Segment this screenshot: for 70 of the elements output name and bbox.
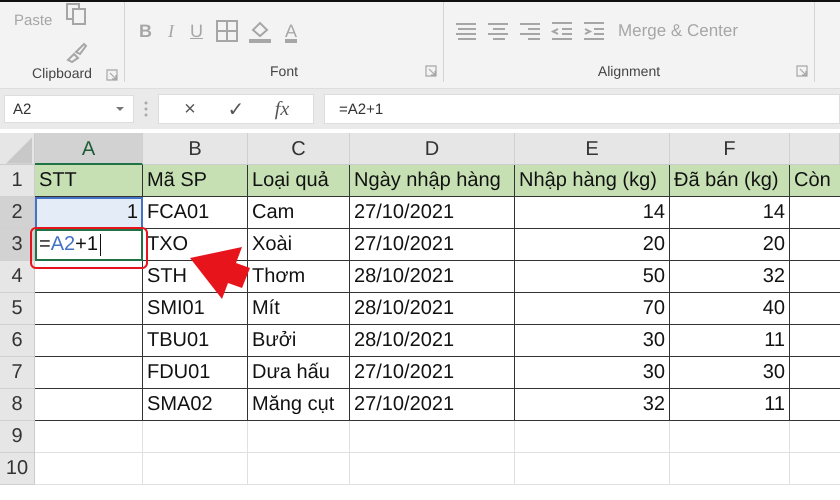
- header-cell: Loại quả: [248, 165, 350, 197]
- table-cell: 50: [515, 261, 670, 293]
- formula-field[interactable]: =A2+1: [324, 94, 840, 124]
- table-cell: 11: [670, 389, 790, 421]
- table-cell: 14: [515, 197, 670, 229]
- table-cell: Bưởi: [248, 325, 350, 357]
- header-cell: Mã SP: [143, 165, 248, 197]
- table-cell: 40: [670, 293, 790, 325]
- header-cell: Nhập hàng (kg): [515, 165, 670, 197]
- table-cell: 27/10/2021: [350, 389, 515, 421]
- table-cell: 28/10/2021: [350, 293, 515, 325]
- table-cell: 28/10/2021: [350, 261, 515, 293]
- table-cell: Cam: [248, 197, 350, 229]
- group-label: Font: [270, 63, 298, 79]
- table-cell: 30: [515, 325, 670, 357]
- table-cell: 32: [515, 389, 670, 421]
- row-header[interactable]: 10: [0, 453, 35, 485]
- row-header[interactable]: 7: [0, 357, 35, 389]
- header-cell: Đã bán (kg): [670, 165, 790, 197]
- header-cell: STT: [35, 165, 143, 197]
- column-header[interactable]: [790, 133, 840, 165]
- table-cell: 20: [670, 229, 790, 261]
- table-cell: 20: [515, 229, 670, 261]
- row-header[interactable]: 8: [0, 389, 35, 421]
- cancel-button[interactable]: ×: [169, 95, 211, 123]
- drag-handle-icon[interactable]: [144, 101, 148, 117]
- table-cell: 32: [670, 261, 790, 293]
- row-header[interactable]: 3: [0, 229, 35, 261]
- pointer-arrow: [189, 246, 251, 300]
- column-header[interactable]: E: [515, 133, 670, 165]
- row-header[interactable]: 6: [0, 325, 35, 357]
- table-cell: Măng cụt: [248, 389, 350, 421]
- table-cell: 30: [670, 357, 790, 389]
- column-header[interactable]: B: [143, 133, 248, 165]
- table-cell: 11: [670, 325, 790, 357]
- insert-function-button[interactable]: fx: [261, 95, 303, 123]
- table-cell: 1: [35, 197, 143, 229]
- row-header[interactable]: 9: [0, 421, 35, 453]
- group-label: Alignment: [598, 63, 660, 79]
- row-header[interactable]: 4: [0, 261, 35, 293]
- column-header[interactable]: D: [350, 133, 515, 165]
- column-header[interactable]: C: [248, 133, 350, 165]
- table-cell: 27/10/2021: [350, 229, 515, 261]
- column-header[interactable]: A: [35, 133, 143, 165]
- table-cell: TBU01: [143, 325, 248, 357]
- table-cell: 14: [670, 197, 790, 229]
- table-cell: 30: [515, 357, 670, 389]
- table-cell: Dưa hấu: [248, 357, 350, 389]
- table-cell: Mít: [248, 293, 350, 325]
- header-cell: Ngày nhập hàng: [350, 165, 515, 197]
- table-cell: 28/10/2021: [350, 325, 515, 357]
- name-box[interactable]: A2: [4, 95, 134, 123]
- table-cell: 27/10/2021: [350, 357, 515, 389]
- header-cell: Còn: [790, 165, 840, 197]
- group-label: Clipboard: [32, 65, 92, 81]
- table-cell: 70: [515, 293, 670, 325]
- row-header[interactable]: 2: [0, 197, 35, 229]
- dropdown-icon[interactable]: [115, 106, 125, 112]
- enter-button[interactable]: ✓: [215, 95, 257, 123]
- editing-cell[interactable]: =A2+1: [35, 229, 143, 261]
- row-header[interactable]: 1: [0, 165, 35, 197]
- table-cell: 27/10/2021: [350, 197, 515, 229]
- table-cell: Xoài: [248, 229, 350, 261]
- column-header[interactable]: F: [670, 133, 790, 165]
- cell-reference: A2: [13, 100, 32, 118]
- table-cell: FDU01: [143, 357, 248, 389]
- table-cell: SMA02: [143, 389, 248, 421]
- table-cell: Thơm: [248, 261, 350, 293]
- table-cell: FCA01: [143, 197, 248, 229]
- row-header[interactable]: 5: [0, 293, 35, 325]
